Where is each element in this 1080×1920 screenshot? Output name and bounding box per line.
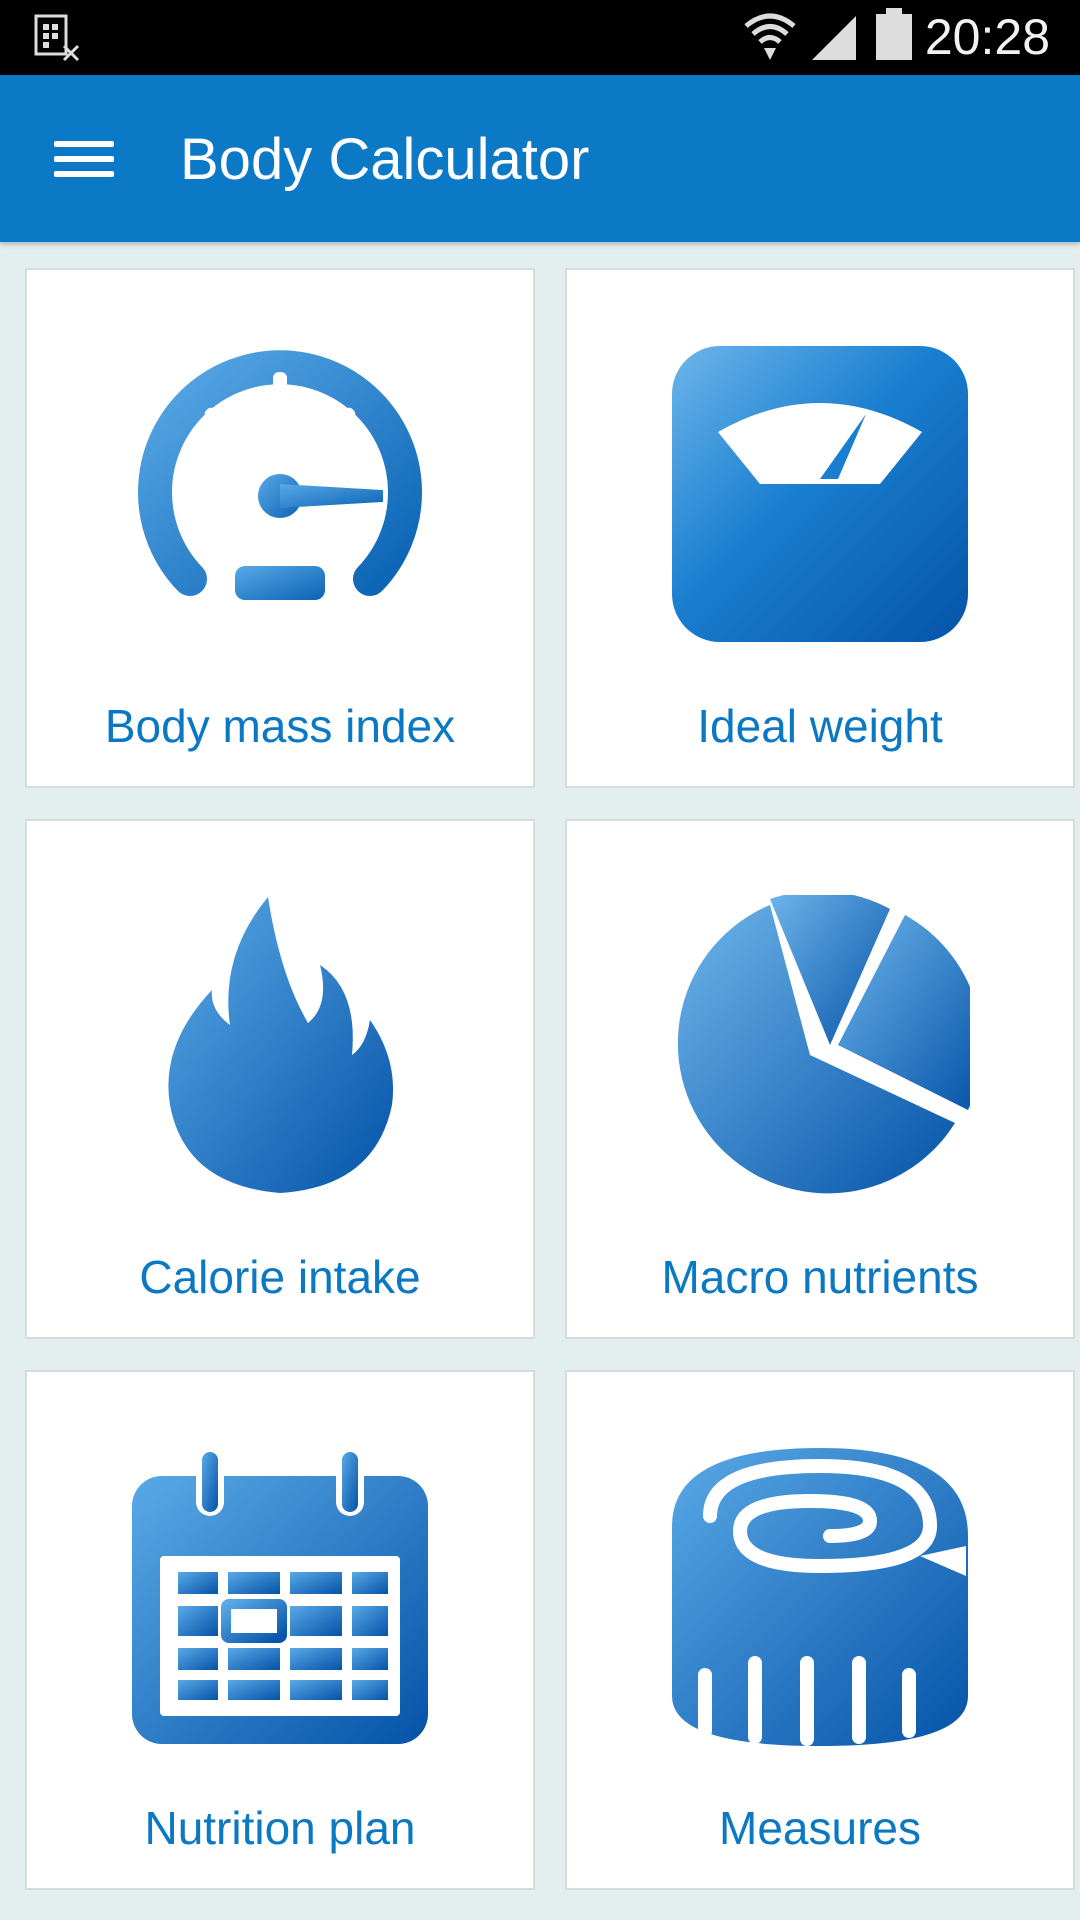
status-bar: 20:28	[0, 0, 1080, 75]
sim-card-icon	[34, 14, 80, 62]
card-label: Measures	[719, 1802, 921, 1854]
card-label: Ideal weight	[697, 700, 943, 752]
status-time: 20:28	[924, 9, 1050, 65]
app-title: Body Calculator	[180, 127, 590, 192]
card-measures[interactable]: Measures	[565, 1370, 1075, 1890]
flame-icon	[168, 897, 394, 1193]
menu-icon[interactable]	[40, 120, 126, 196]
speedometer-icon	[138, 350, 422, 600]
calendar-icon	[132, 1446, 428, 1744]
card-nutrition-plan[interactable]: Nutrition plan	[25, 1370, 535, 1890]
card-label: Body mass index	[104, 700, 456, 752]
measuring-tape-icon	[672, 1448, 968, 1746]
card-label: Calorie intake	[139, 1251, 421, 1303]
card-label: Nutrition plan	[144, 1802, 416, 1854]
battery-icon	[876, 8, 912, 60]
card-label: Macro nutrients	[661, 1251, 979, 1303]
card-body-mass-index[interactable]: Body mass index	[25, 268, 535, 788]
signal-strength-icon	[812, 16, 856, 60]
card-calorie-intake[interactable]: Calorie intake	[25, 819, 535, 1339]
scale-icon	[672, 346, 968, 642]
app-bar: Body Calculator	[0, 75, 1080, 242]
wifi-icon	[744, 13, 796, 60]
card-macro-nutrients[interactable]: Macro nutrients	[565, 819, 1075, 1339]
feature-grid: Body mass index Ideal weight Calorie int…	[0, 242, 1080, 1920]
pie-chart-icon	[677, 895, 970, 1194]
card-ideal-weight[interactable]: Ideal weight	[565, 268, 1075, 788]
